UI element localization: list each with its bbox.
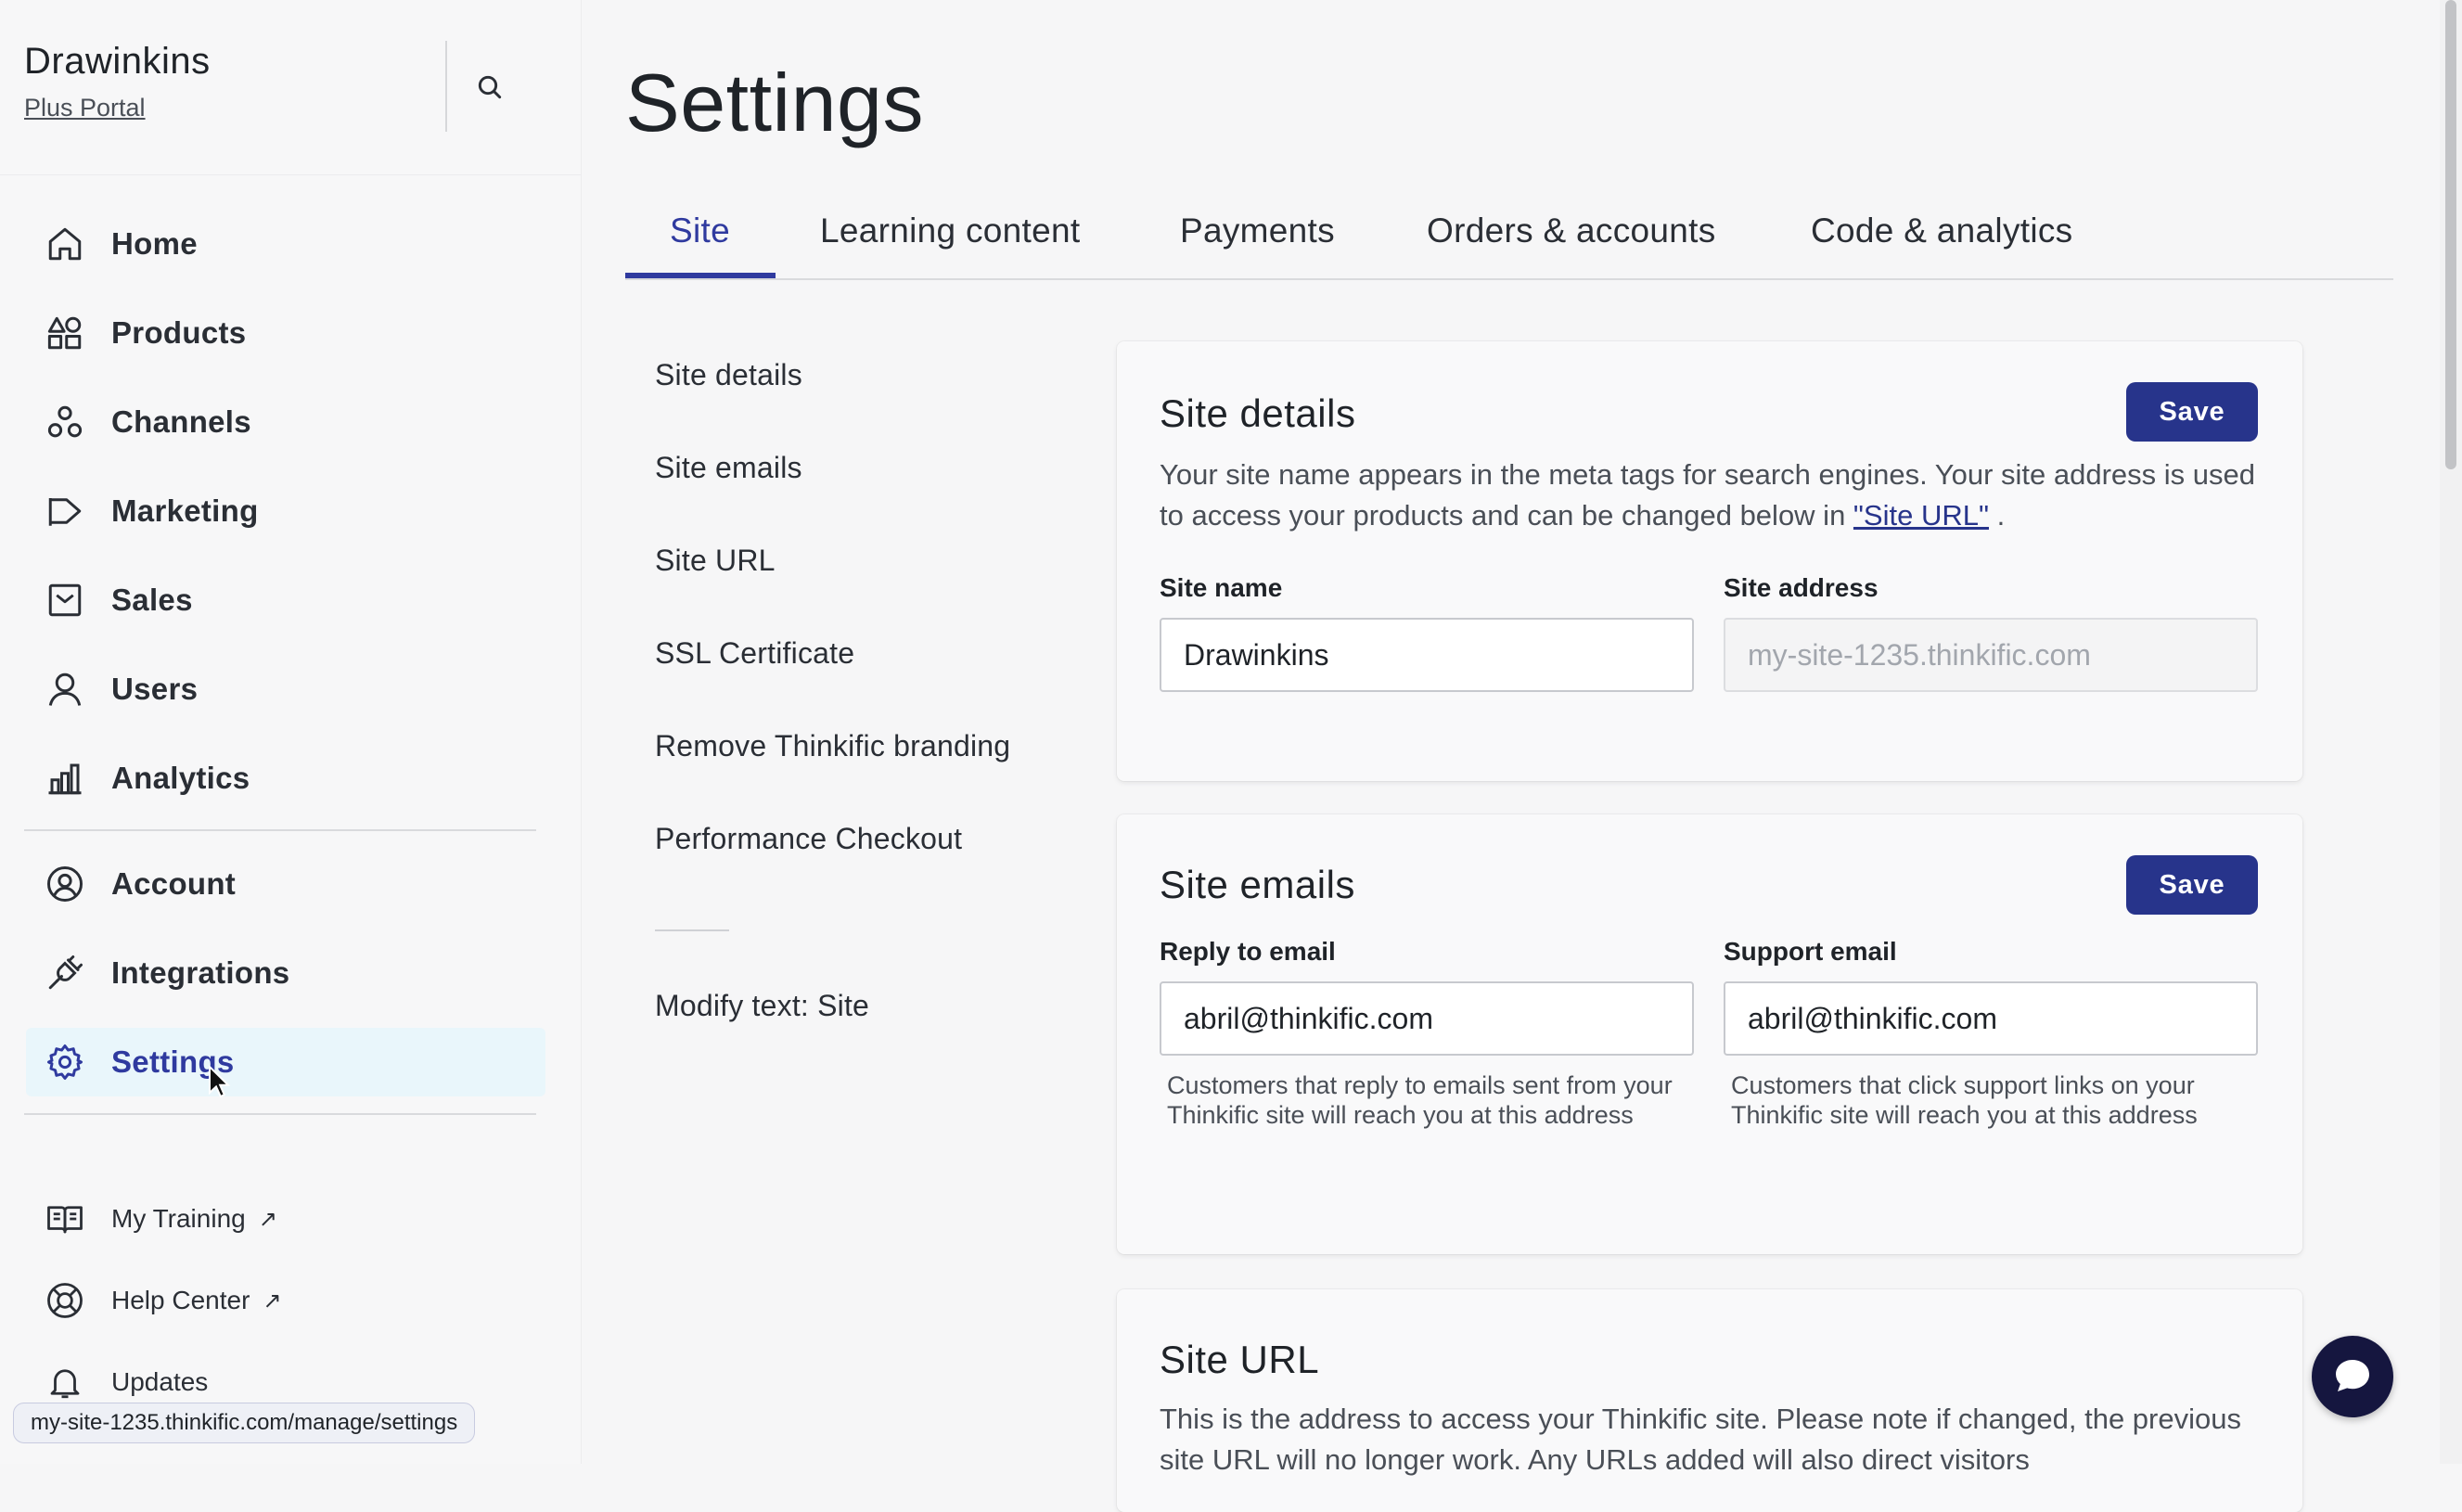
tab-payments[interactable]: Payments [1180, 186, 1335, 276]
site-address-input[interactable] [1724, 618, 2258, 692]
sidebar-item-channels[interactable]: Channels [26, 388, 545, 456]
subnav-site-emails[interactable]: Site emails [655, 451, 802, 485]
sidebar-item-marketing[interactable]: Marketing [26, 477, 545, 545]
card-title: Site emails [1160, 863, 1355, 906]
sidebar-item-label: Analytics [111, 761, 250, 795]
megaphone-icon [45, 491, 85, 532]
subnav-modify-text[interactable]: Modify text: Site [655, 989, 869, 1023]
external-link-icon: ↗ [258, 1206, 277, 1232]
sidebar-item-sales[interactable]: Sales [26, 566, 545, 634]
settings-tabs: Site Learning content Payments Orders & … [625, 186, 2393, 280]
sidebar-item-users[interactable]: Users [26, 655, 545, 724]
account-icon [45, 864, 85, 904]
sidebar-item-integrations[interactable]: Integrations [26, 939, 545, 1007]
search-icon [478, 75, 502, 99]
site-name-input[interactable] [1160, 618, 1694, 692]
site-url-link[interactable]: "Site URL" [1853, 499, 1989, 532]
support-email-label: Support email [1724, 937, 1897, 966]
sales-icon [45, 580, 85, 621]
brand-divider [445, 41, 447, 132]
reply-email-help: Customers that reply to emails sent from… [1167, 1071, 1673, 1129]
save-button[interactable]: Save [2126, 855, 2258, 915]
sidebar-divider [0, 174, 581, 175]
nav-divider [24, 1113, 536, 1115]
subnav-site-details[interactable]: Site details [655, 358, 802, 392]
description-text: Your site name appears in the meta tags … [1160, 458, 2256, 532]
subnav-divider [655, 929, 729, 931]
support-email-input[interactable] [1724, 981, 2258, 1056]
sidebar-item-help-center[interactable]: Help Center ↗ [26, 1271, 545, 1330]
tab-learning-content[interactable]: Learning content [820, 186, 1080, 276]
brand: Drawinkins Plus Portal [24, 41, 211, 122]
card-description: Your site name appears in the meta tags … [1160, 455, 2263, 536]
sidebar-item-label: Integrations [111, 955, 290, 990]
external-link-icon: ↗ [263, 1288, 282, 1313]
sidebar-item-label: Channels [111, 404, 251, 439]
status-bar-url: my-site-1235.thinkific.com/manage/settin… [13, 1403, 476, 1443]
nav-divider [24, 829, 536, 831]
sidebar-item-label: Updates [111, 1367, 209, 1396]
tab-orders-accounts[interactable]: Orders & accounts [1427, 186, 1716, 276]
card-title: Site details [1160, 391, 1356, 435]
active-tab-indicator [625, 273, 776, 278]
plug-icon [45, 953, 85, 993]
sidebar-item-account[interactable]: Account [26, 850, 545, 918]
description-text: . [1988, 499, 2006, 532]
sidebar-item-label: Home [111, 226, 198, 261]
subnav-ssl-certificate[interactable]: SSL Certificate [655, 636, 854, 671]
site-emails-card: Site emails Save Reply to email Customer… [1117, 814, 2302, 1254]
bell-icon [45, 1362, 85, 1403]
card-title: Site URL [1160, 1338, 1320, 1381]
site-address-label: Site address [1724, 573, 1879, 602]
sidebar-item-home[interactable]: Home [26, 210, 545, 278]
sidebar-item-settings[interactable]: Settings [26, 1028, 545, 1096]
reply-email-input[interactable] [1160, 981, 1694, 1056]
subnav-site-url[interactable]: Site URL [655, 544, 776, 578]
lifebuoy-icon [45, 1280, 85, 1321]
site-url-card: Site URL This is the address to access y… [1117, 1289, 2302, 1512]
sidebar: Drawinkins Plus Portal Home Products Cha… [0, 0, 582, 1464]
chat-bubble-icon [2336, 1360, 2369, 1391]
user-icon [45, 669, 85, 710]
shapes-icon [45, 313, 85, 353]
channels-icon [45, 402, 85, 442]
card-description: This is the address to access your Think… [1160, 1403, 2241, 1476]
sidebar-item-my-training[interactable]: My Training ↗ [26, 1189, 545, 1249]
gear-icon [45, 1042, 85, 1083]
sidebar-item-label: My Training [111, 1204, 246, 1233]
sidebar-item-label: Products [111, 315, 247, 350]
chat-button[interactable] [2312, 1336, 2393, 1417]
mouse-cursor-icon [208, 1064, 232, 1103]
page-title: Settings [625, 57, 924, 148]
home-icon [45, 224, 85, 264]
sidebar-item-products[interactable]: Products [26, 299, 545, 367]
bar-chart-icon [45, 758, 85, 799]
reply-email-label: Reply to email [1160, 937, 1336, 966]
plus-portal-link[interactable]: Plus Portal [24, 94, 211, 122]
search-button[interactable] [468, 65, 512, 109]
site-details-card: Site details Save Your site name appears… [1117, 341, 2302, 781]
sidebar-item-label: Sales [111, 583, 193, 617]
tab-code-analytics[interactable]: Code & analytics [1811, 186, 2072, 276]
sidebar-item-label: Users [111, 672, 199, 706]
tab-site[interactable]: Site [670, 186, 730, 276]
subnav-remove-branding[interactable]: Remove Thinkific branding [655, 729, 1010, 763]
book-icon [45, 1198, 85, 1239]
sidebar-item-label: Help Center [111, 1286, 250, 1314]
site-name-label: Site name [1160, 573, 1283, 602]
save-button[interactable]: Save [2126, 382, 2258, 442]
sidebar-item-label: Marketing [111, 493, 259, 528]
subnav-performance-checkout[interactable]: Performance Checkout [655, 822, 962, 856]
support-email-help: Customers that click support links on yo… [1731, 1071, 2198, 1129]
scrollbar-thumb[interactable] [2445, 0, 2456, 469]
brand-name: Drawinkins [24, 41, 211, 82]
sidebar-item-label: Account [111, 866, 237, 901]
sidebar-item-analytics[interactable]: Analytics [26, 744, 545, 813]
